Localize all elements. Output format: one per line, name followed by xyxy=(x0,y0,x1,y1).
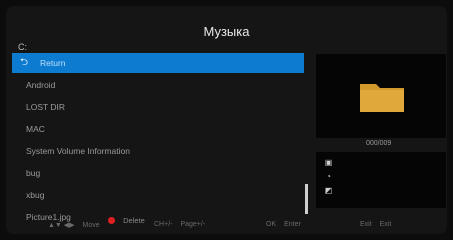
list-item-label: xbug xyxy=(26,190,45,200)
hint-keys: CH+/- xyxy=(154,221,173,228)
current-path: C: xyxy=(18,42,27,52)
hint-label: Page+/- xyxy=(180,221,206,228)
hint-exit: Exit Exit xyxy=(360,221,391,228)
list-item[interactable]: MAC xyxy=(12,119,304,139)
red-button-icon xyxy=(108,217,115,224)
list-item-label: Android xyxy=(26,80,56,90)
list-item-label: bug xyxy=(26,168,41,178)
list-item-label: Return xyxy=(40,58,66,68)
list-item-label: MAC xyxy=(26,124,45,134)
file-browser-screen: Музыка C: ⮌ Return Android LOST DIR MAC … xyxy=(6,6,447,234)
edit-icon: ◩ xyxy=(324,186,333,195)
page-title: Музыка xyxy=(203,24,250,39)
folder-icon xyxy=(360,84,404,112)
info-panel: ▣ ◔ ◩ xyxy=(316,152,446,208)
list-item-label: System Volume Information xyxy=(26,146,130,156)
list-item[interactable]: LOST DIR xyxy=(12,97,304,117)
hint-page: CH+/- Page+/- xyxy=(154,221,205,228)
arrows-icon: ▲▼ ◀▶ xyxy=(48,222,75,229)
item-counter: 000/009 xyxy=(366,140,392,147)
hint-label: Exit xyxy=(379,221,392,228)
list-item[interactable]: xbug xyxy=(12,185,304,205)
hint-enter: OK Enter xyxy=(266,221,301,228)
list-item[interactable]: Android xyxy=(12,75,304,95)
delete-label: Delete xyxy=(123,216,145,225)
list-item-return[interactable]: ⮌ Return xyxy=(12,53,304,73)
hint-label: Enter xyxy=(284,221,301,228)
list-item[interactable]: bug xyxy=(12,163,304,183)
hint-keys: Exit xyxy=(360,221,372,228)
list-item-label: LOST DIR xyxy=(26,102,66,112)
clock-icon: ◔ xyxy=(326,172,331,181)
save-icon: ▣ xyxy=(324,158,333,167)
hint-keys: OK xyxy=(266,221,277,228)
return-icon: ⮌ xyxy=(20,57,29,68)
scrollbar[interactable] xyxy=(305,184,308,214)
list-item[interactable]: System Volume Information xyxy=(12,141,304,161)
delete-button[interactable]: Delete xyxy=(108,216,145,225)
preview-panel xyxy=(316,54,446,138)
hint-label: Move xyxy=(82,222,100,229)
file-list: ⮌ Return Android LOST DIR MAC System Vol… xyxy=(12,53,306,222)
hint-move: ▲▼ ◀▶ Move xyxy=(48,221,100,229)
